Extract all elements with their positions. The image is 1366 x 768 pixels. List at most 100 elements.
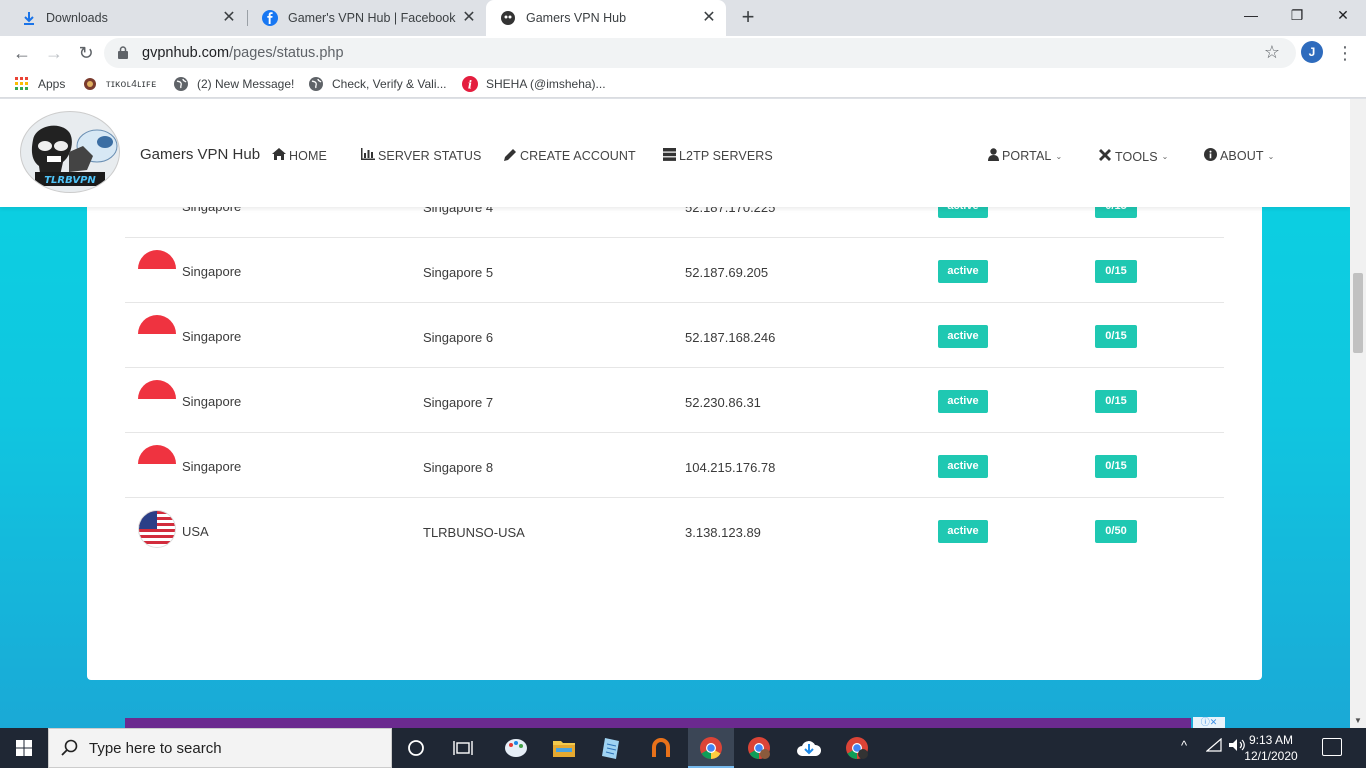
forward-button[interactable]: →: [41, 40, 67, 66]
nav-about-dropdown[interactable]: ABOUT ⌄: [1204, 148, 1274, 164]
ad-choices-icon[interactable]: ⓘ✕: [1193, 717, 1225, 728]
bookmark-label: Check, Verify & Vali...: [332, 77, 447, 91]
minimize-button[interactable]: —: [1228, 0, 1274, 30]
globe-icon: [174, 77, 188, 91]
info-red-icon: i: [462, 76, 478, 92]
cortana-icon[interactable]: [393, 728, 439, 768]
country-cell: Singapore: [182, 459, 242, 474]
server-name-cell: TLRBUNSO-USA: [423, 525, 525, 540]
system-clock[interactable]: 9:13 AM 12/1/2020: [1240, 732, 1302, 764]
chrome-profile-2-icon[interactable]: [834, 728, 880, 768]
ip-address-cell: 52.187.69.205: [685, 265, 769, 280]
chevron-down-icon: ⌄: [1161, 152, 1169, 161]
chrome-profile-icon[interactable]: [736, 728, 782, 768]
usa-flag-icon: [138, 510, 176, 548]
chrome-taskbar-icon[interactable]: [688, 728, 734, 768]
server-name-cell: Singapore 8: [423, 460, 494, 475]
server-name-cell: Singapore 7: [423, 395, 494, 410]
lock-icon[interactable]: [118, 46, 128, 59]
network-icon[interactable]: [1205, 737, 1222, 755]
file-explorer-icon[interactable]: [541, 728, 587, 768]
taskbar-search[interactable]: Type here to search: [48, 728, 392, 768]
notification-center-icon[interactable]: [1322, 738, 1342, 756]
bookmark-star-icon[interactable]: ☆: [1264, 42, 1280, 63]
new-tab-button[interactable]: +: [736, 5, 760, 29]
nav-label: CREATE ACCOUNT: [520, 149, 636, 163]
tab-facebook[interactable]: Gamer's VPN Hub | Facebook ✕: [248, 0, 486, 36]
user-count-badge: 0/15: [1095, 390, 1137, 413]
cloud-app-icon[interactable]: [786, 728, 832, 768]
close-tab-icon[interactable]: ✕: [460, 9, 478, 27]
paint-app-icon[interactable]: [493, 728, 539, 768]
globe-icon: [309, 77, 323, 91]
page-scrollbar[interactable]: ▼: [1350, 99, 1366, 728]
nav-tools-dropdown[interactable]: TOOLS ⌄: [1098, 148, 1168, 165]
bookmark-label: SHEHA (@imsheha)...: [486, 77, 606, 91]
server-status-card: SingaporeSingapore 323.101.18.94active0/…: [87, 120, 1262, 680]
browser-toolbar: ← → ↻ gvpnhub.com/pages/status.php ☆ J ⋮: [0, 36, 1366, 70]
nav-label: HOME: [289, 148, 327, 163]
facebook-icon: [262, 10, 278, 26]
nav-portal-dropdown[interactable]: PORTAL ⌄: [988, 148, 1062, 164]
task-view-icon[interactable]: [440, 728, 486, 768]
show-hidden-icons[interactable]: ^: [1181, 738, 1187, 753]
user-icon: [988, 148, 999, 164]
close-tab-icon[interactable]: ✕: [700, 9, 718, 27]
bookmark-check-verify[interactable]: Check, Verify & Vali...: [308, 76, 447, 92]
singapore-flag-icon: [138, 250, 176, 288]
address-bar[interactable]: gvpnhub.com/pages/status.php ☆: [104, 38, 1296, 68]
nav-label: ABOUT: [1220, 149, 1264, 163]
country-cell: Singapore: [182, 394, 242, 409]
clock-date: 12/1/2020: [1244, 749, 1298, 763]
bookmark-label: (2) New Message!: [197, 77, 295, 91]
search-placeholder: Type here to search: [89, 740, 222, 757]
profile-avatar[interactable]: J: [1301, 41, 1323, 63]
tab-title: Gamers VPN Hub: [526, 11, 627, 25]
info-icon: [1204, 148, 1217, 164]
bookmark-label: ᴛɪᴋᴏʟ4ʟɪꜰᴇ: [106, 78, 157, 90]
site-favicon: [501, 11, 515, 25]
nav-home[interactable]: HOME: [272, 148, 327, 163]
url-text[interactable]: gvpnhub.com/pages/status.php: [142, 45, 344, 61]
nav-label: TOOLS: [1115, 149, 1158, 164]
back-button[interactable]: ←: [9, 40, 35, 66]
ad-banner[interactable]: [125, 718, 1191, 728]
bookmark-apps[interactable]: Apps: [14, 76, 65, 92]
tab-downloads[interactable]: Downloads ✕: [8, 0, 246, 36]
browser-menu-icon[interactable]: ⋮: [1336, 40, 1354, 66]
restore-button[interactable]: ❐: [1274, 0, 1320, 30]
pencil-icon: [504, 148, 517, 164]
reload-button[interactable]: ↻: [73, 40, 99, 66]
close-window-button[interactable]: ✕: [1320, 0, 1366, 30]
nav-create-account[interactable]: CREATE ACCOUNT: [504, 148, 636, 164]
tab-title: Downloads: [46, 11, 108, 25]
nav-l2tp-servers[interactable]: L2TP SERVERS: [663, 148, 773, 164]
logo-image: TLRBVPN: [31, 125, 118, 186]
chevron-down-icon: ⌄: [1055, 151, 1063, 161]
download-icon: [24, 12, 34, 25]
status-badge: active: [938, 455, 988, 478]
server-name-cell: Singapore 6: [423, 330, 494, 345]
brand-name[interactable]: Gamers VPN Hub: [140, 146, 260, 163]
site-logo[interactable]: TLRBVPN: [20, 111, 120, 193]
notepad-app-icon[interactable]: [589, 728, 635, 768]
start-button[interactable]: [0, 728, 48, 768]
close-tab-icon[interactable]: ✕: [220, 9, 238, 27]
bookmark-tikol4life[interactable]: ᴛɪᴋᴏʟ4ʟɪꜰᴇ: [82, 76, 157, 92]
table-row: Singapore Singapore 8 104.215.176.78 active…: [125, 433, 1224, 498]
ip-address-cell: 52.187.168.246: [685, 330, 776, 345]
logo-text: TLRBVPN: [44, 175, 96, 186]
user-count-badge: 0/15: [1095, 455, 1137, 478]
scrollbar-thumb[interactable]: [1353, 273, 1363, 353]
bookmark-sheha[interactable]: i SHEHA (@imsheha)...: [462, 76, 606, 92]
scroll-down-arrow[interactable]: ▼: [1354, 716, 1362, 725]
bookmark-favicon: [84, 78, 96, 90]
nav-server-status[interactable]: SERVER STATUS: [361, 148, 481, 163]
site-header: TLRBVPN Gamers VPN Hub HOME SERVER STATU…: [0, 99, 1350, 207]
app-horseshoe-icon[interactable]: [638, 728, 684, 768]
tab-title: Gamer's VPN Hub | Facebook: [288, 11, 456, 25]
status-badge: active: [938, 520, 988, 543]
tab-gamers-vpn-hub[interactable]: Gamers VPN Hub ✕: [486, 0, 726, 36]
bookmark-new-message[interactable]: (2) New Message!: [173, 76, 294, 92]
ip-address-cell: 104.215.176.78: [685, 460, 776, 475]
